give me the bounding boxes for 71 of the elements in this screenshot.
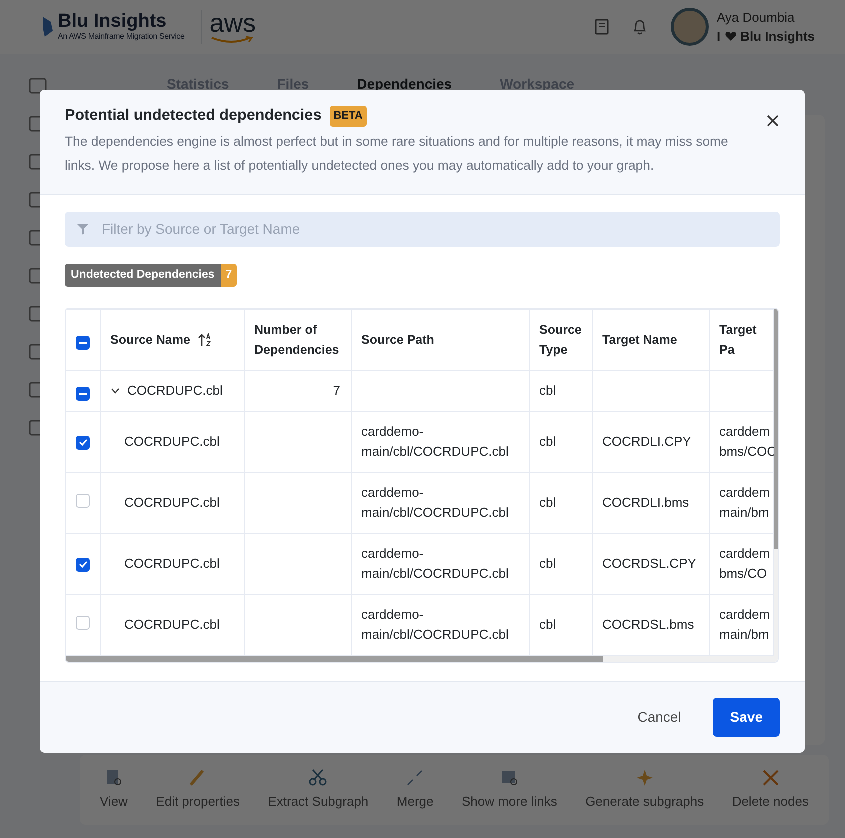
dialog-title: Potential undetected dependencies — [65, 106, 322, 126]
table-cell: 7 — [333, 383, 340, 398]
close-icon — [766, 114, 780, 128]
heart-icon — [724, 31, 737, 42]
table-cell: cbl — [540, 434, 556, 450]
toolbar-button[interactable]: View — [100, 768, 128, 812]
window-search-icon — [500, 768, 520, 788]
smile-arrow-icon — [210, 36, 254, 44]
scissors-icon — [308, 768, 328, 788]
user-tagline: Blu Insights — [740, 28, 815, 46]
table-cell: carddemo-main/cbl/COCRDUPC.cbl — [362, 424, 509, 460]
toolbar-button[interactable]: Merge — [396, 768, 434, 812]
table-cell: COCRDSL.bms — [602, 617, 694, 632]
save-button[interactable]: Save — [713, 698, 780, 738]
column-header[interactable]: Source Path — [362, 330, 434, 350]
column-header[interactable]: Number of Dependencies — [254, 320, 340, 360]
cancel-button[interactable]: Cancel — [628, 699, 692, 736]
table-cell: COCRDUPC.cbl — [124, 617, 220, 632]
table-cell: COCRDLI.CPY — [602, 434, 692, 450]
scrollbar-thumb[interactable] — [66, 656, 603, 662]
column-header[interactable]: Target Pa — [720, 320, 762, 360]
checkbox[interactable] — [76, 387, 90, 402]
bell-icon[interactable] — [632, 19, 647, 35]
table-cell: COCRDUPC.cbl — [124, 495, 220, 510]
cross-icon — [760, 768, 781, 788]
checkbox[interactable] — [76, 336, 90, 350]
table-cell: carddem bms/CO — [720, 546, 770, 582]
filter-field[interactable]: Filter by Source or Target Name — [65, 212, 780, 247]
dialog-description: The dependencies engine is almost perfect but in some rare situations and for multiple reasons, it may miss some links. We propose here a list of potentially undetected ones you may automatically add to your graph. — [65, 132, 730, 175]
column-header[interactable]: Source Name — [110, 330, 190, 350]
tab[interactable]: Dependencies — [357, 74, 452, 95]
table-cell: carddemo-main/cbl/COCRDUPC.cbl — [362, 485, 509, 520]
column-header[interactable]: Target Name — [602, 330, 678, 350]
dash-icon — [79, 342, 87, 344]
brand-subtitle: An AWS Mainframe Migration Service — [58, 31, 185, 42]
logo-icon — [42, 16, 54, 38]
table-cell: COCRDUPC.cbl — [124, 556, 220, 572]
table-cell: COCRDLI.bms — [602, 495, 690, 510]
table-cell: COCRDSL.CPY — [602, 556, 696, 572]
counter-label: Undetected Dependencies — [65, 264, 221, 288]
toolbar-button[interactable]: Show more links — [462, 768, 558, 812]
table-cell: cbl — [540, 495, 556, 510]
brand-name: Blu Insights — [58, 12, 168, 30]
toolbar-button[interactable]: Extract Subgraph — [268, 768, 369, 812]
table-cell-text: COCRDUPC.cbl — [128, 382, 223, 400]
avatar[interactable] — [670, 8, 709, 46]
table-cell: carddem bms/COC — [720, 424, 777, 460]
user-tagline: I — [716, 28, 721, 46]
table-cell: carddem main/bm — [720, 485, 770, 520]
counter-badge: 7 — [220, 264, 238, 288]
checkbox[interactable] — [76, 558, 90, 572]
table-cell: carddemo-main/cbl/COCRDUPC.cbl — [362, 546, 509, 582]
checkbox[interactable] — [76, 436, 90, 450]
toolbar-button[interactable]: Generate subgraphs — [586, 768, 704, 812]
dash-icon — [79, 393, 87, 396]
table-cell: carddemo-main/cbl/COCRDUPC.cbl — [362, 607, 509, 642]
toolbar-button[interactable]: Edit properties — [156, 768, 240, 812]
table-cell: cbl — [540, 617, 556, 632]
table-cell: carddem main/bm — [720, 607, 770, 642]
beta-badge: BETA — [330, 106, 367, 127]
toolbar-button[interactable]: Delete nodes — [732, 768, 809, 812]
chevron-down-icon[interactable] — [110, 388, 120, 394]
column-header[interactable]: Source Type — [540, 320, 582, 360]
sort-ascending-icon — [198, 333, 212, 348]
partner-logo: aws — [210, 10, 256, 36]
filter-icon — [77, 222, 89, 235]
table-cell: cbl — [540, 556, 556, 572]
book-icon[interactable] — [594, 19, 609, 35]
table-cell: COCRDUPC.cbl — [124, 434, 220, 450]
table-cell: cbl — [540, 383, 556, 398]
user-name: Aya Doumbia — [716, 8, 796, 27]
